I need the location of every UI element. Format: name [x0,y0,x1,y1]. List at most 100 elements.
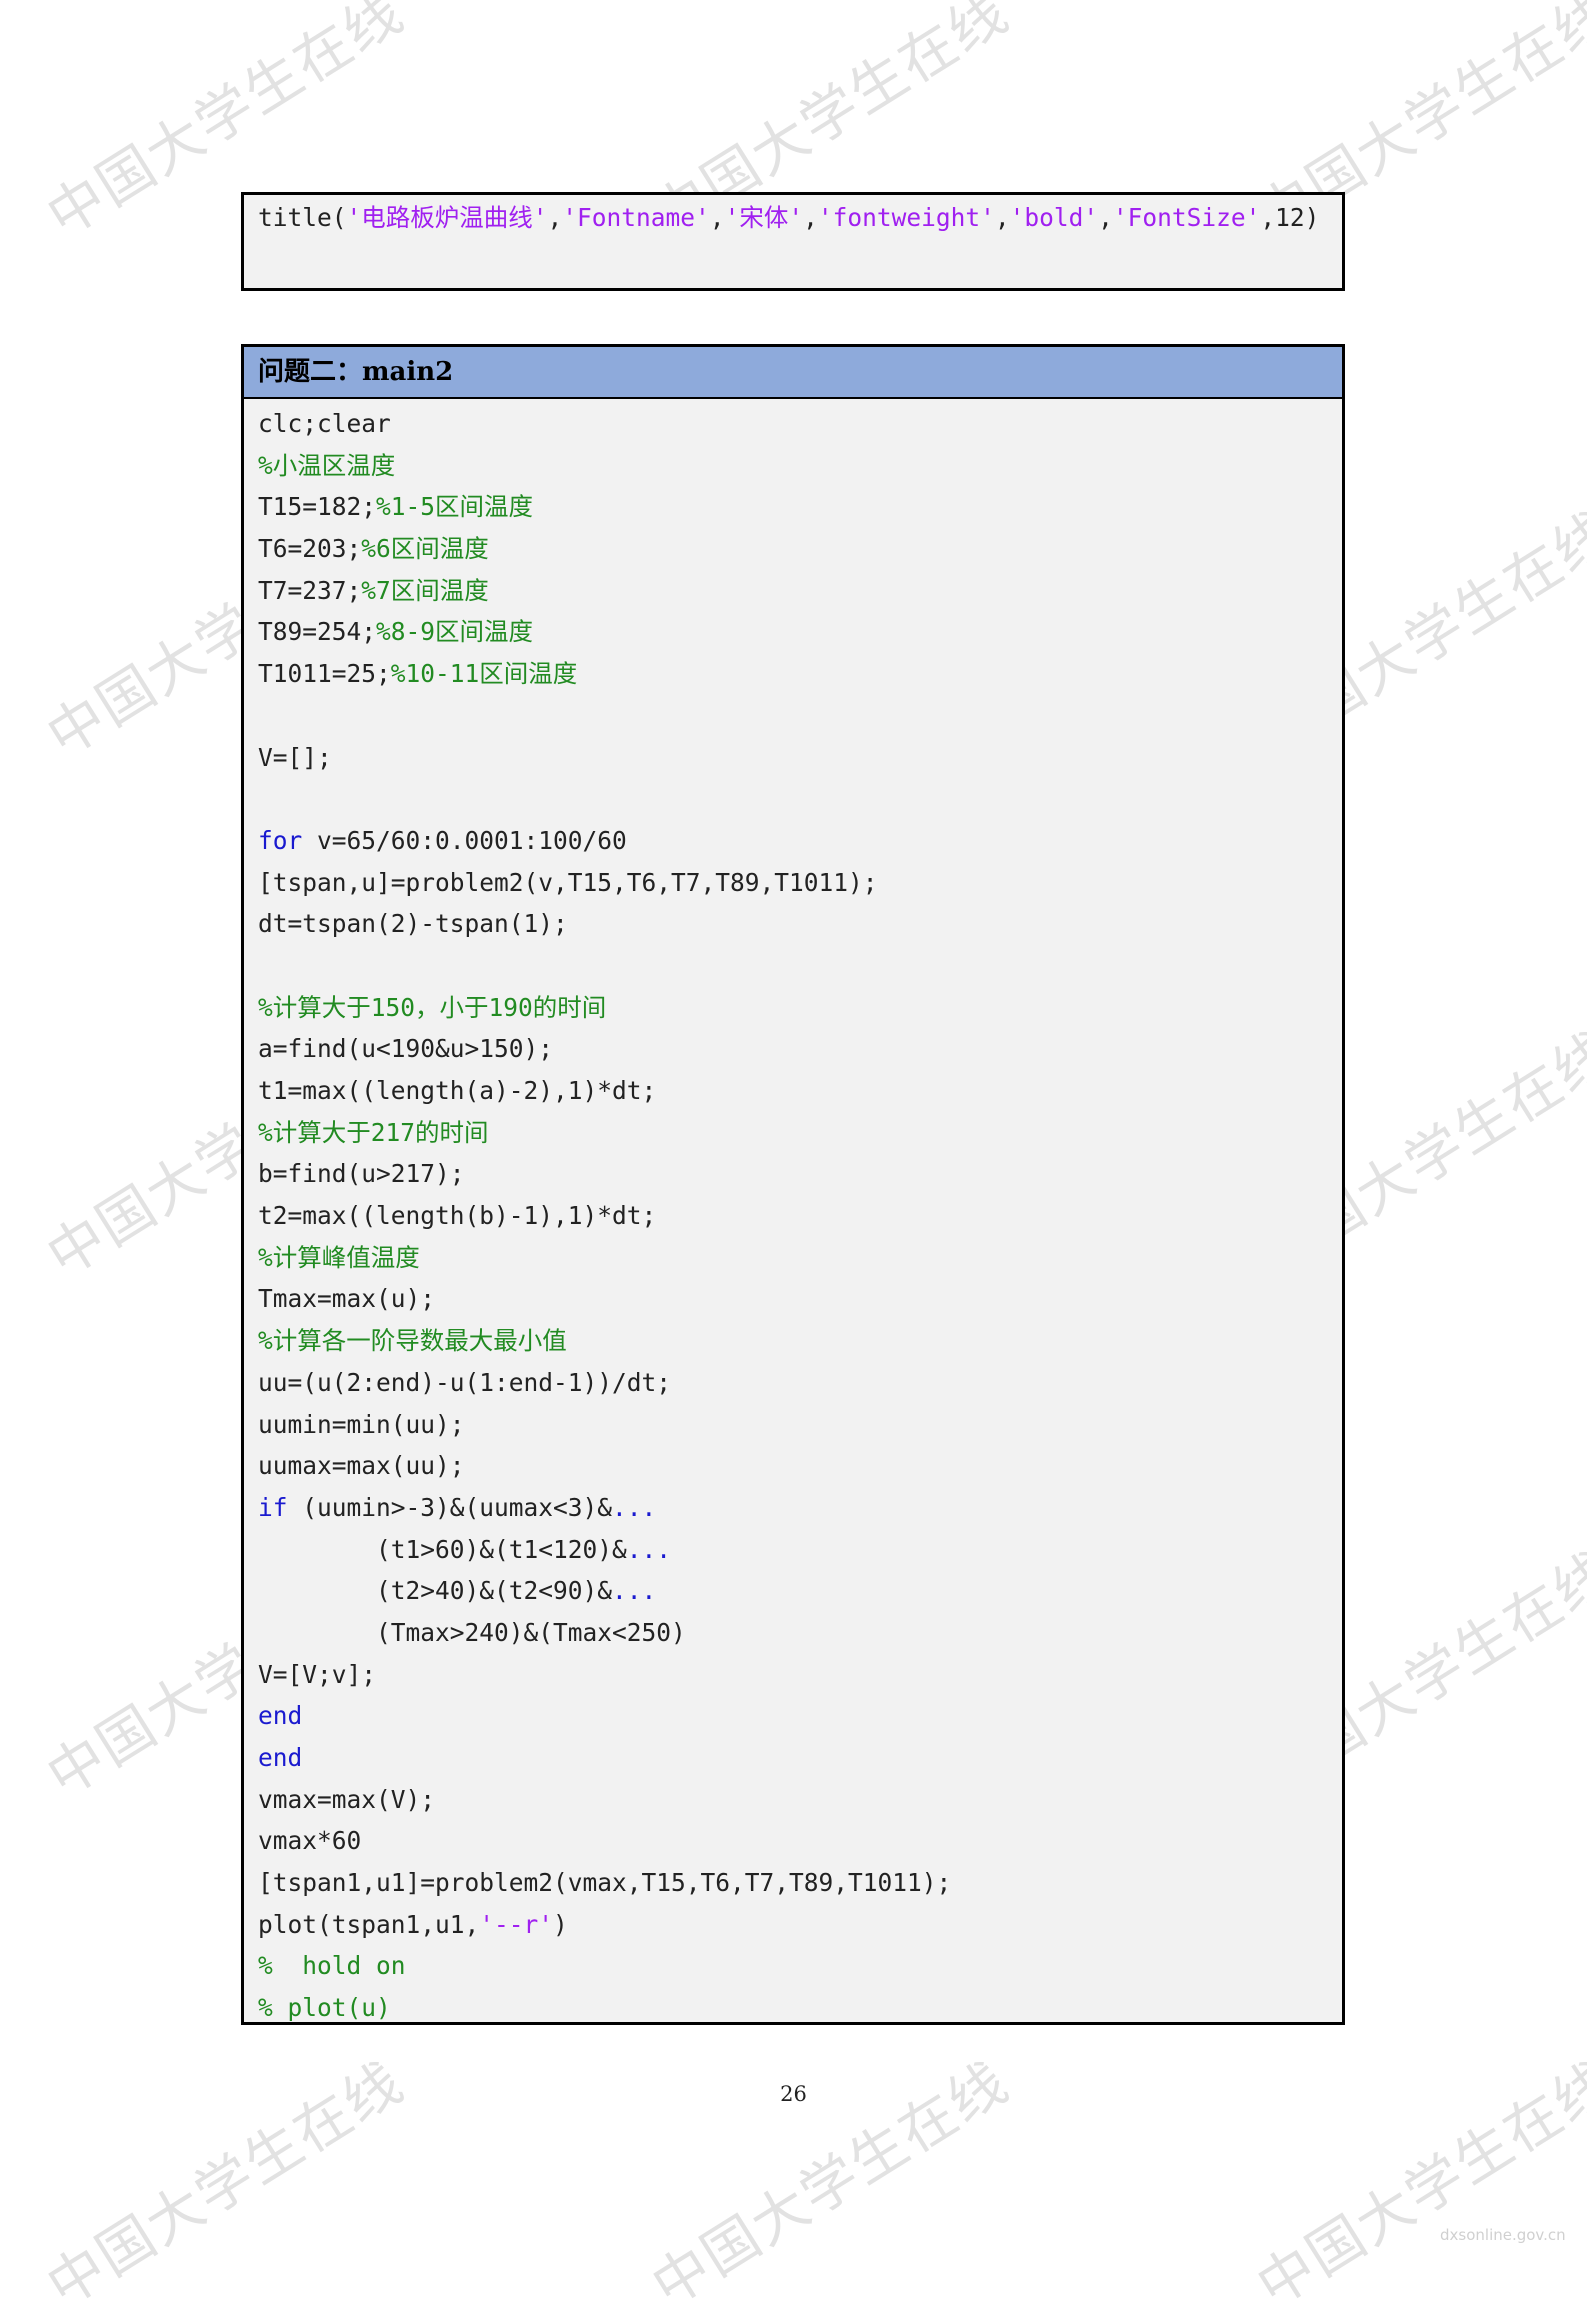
code-line: uumin=min(uu); [258,1404,1342,1446]
code-line: uumax=max(uu); [258,1445,1342,1487]
code-line: V=[V;v]; [258,1654,1342,1696]
code-token: t1=max((length(a)-2),1)*dt; [258,1076,657,1105]
code-token: Tmax=max(u); [258,1284,436,1314]
code-line: uu=(u(2:end)-u(1:end-1))/dt; [258,1362,1342,1404]
code-token: T15=182; [258,492,377,522]
code-header: 问题二：main2 [244,347,1342,399]
code-token: , [547,203,563,232]
code-token: clc;clear [258,409,391,438]
code-token: 'FontSize' [1112,203,1261,232]
code-line: %计算大于150，小于190的时间 [258,987,1342,1029]
code-token: for [258,825,303,855]
code-token: %计算峰值温度 [258,1242,420,1272]
code-line: T1011=25;%10-11区间温度 [258,653,1342,695]
code-line: T89=254;%8-9区间温度 [258,611,1342,653]
code-token: vmax=max(V); [258,1784,436,1814]
code-line: [tspan1,u1]=problem2(vmax,T15,T6,T7,T89,… [258,1862,1342,1904]
code-line: dt=tspan(2)-tspan(1); [258,903,1342,945]
code-token: uu=(u(2:end)-u(1:end-1))/dt; [258,1367,672,1397]
code-token: %6区间温度 [361,534,489,564]
code-token: T6=203; [258,534,362,564]
code-token: , [994,203,1010,232]
code-line: (t1>60)&(t1<120)&... [258,1529,1342,1571]
code-token: V=[V;v]; [258,1659,377,1689]
code-line: (Tmax>240)&(Tmax<250) [258,1612,1342,1654]
code-token: %8-9区间温度 [376,617,534,647]
code-token: % hold on [258,1951,406,1981]
code-line: clc;clear [258,403,1342,445]
code-token: vmax*60 [258,1826,362,1856]
code-token: %10-11区间温度 [390,659,578,689]
code-token: ... [626,1534,672,1564]
code-token: t2=max((length(b)-1),1)*dt; [258,1201,657,1231]
code-token: ) [553,1909,568,1939]
code-token: %计算各一阶导数最大最小值 [258,1326,567,1356]
code-line: end [258,1695,1342,1737]
code-line: V=[]; [258,737,1342,779]
code-token: ,12) [1260,203,1320,232]
code-token: plot(tspan1,u1, [258,1909,480,1939]
code-token: , [1098,203,1113,232]
corner-watermark-url: dxsonline.gov.cn [1440,2226,1566,2244]
code-token: (t2>40)&(t2<90)& [258,1576,613,1606]
code-token: a=find(u<190&u>150); [258,1034,554,1064]
code-line: %计算峰值温度 [258,1237,1342,1279]
code-line: T7=237;%7区间温度 [258,570,1342,612]
code-line: if (uumin>-3)&(uumax<3)&... [258,1487,1342,1529]
code-token: b=find(u>217); [258,1159,465,1189]
code-token: '--r' [479,1909,554,1939]
code-line: for v=65/60:0.0001:100/60 [258,820,1342,862]
code-token: , [803,203,818,232]
code-token: (Tmax>240)&(Tmax<250) [258,1617,686,1647]
code-token: ... [612,1576,657,1606]
code-token: [tspan1,u1]=problem2(vmax,T15,T6,T7,T89,… [258,1868,952,1898]
code-token: %小温区温度 [258,450,396,480]
code-line: vmax=max(V); [258,1779,1342,1821]
code-token: dt=tspan(2)-tspan(1); [258,909,568,939]
code-token: 'bold' [1009,203,1099,232]
code-token: if [258,1492,288,1522]
code-token: T7=237; [258,575,362,605]
code-line: [tspan,u]=problem2(v,T15,T6,T7,T89,T1011… [258,862,1342,904]
code-token: '宋体' [724,203,804,232]
code-token: '电路板炉温曲线' [346,203,548,232]
code-token: end [258,1701,303,1731]
code-line: (t2>40)&(t2<90)&... [258,1570,1342,1612]
code-token: , [709,203,725,232]
code-snippet-main2: 问题二：main2 clc;clear %小温区温度 T15=182;%1-5区间温… [241,344,1345,2025]
code-line: plot(tspan1,u1,'--r') [258,1904,1342,1946]
code-line: title('电路板炉温曲线','Fontname','宋体','fontwei… [258,195,1342,241]
code-line: T6=203;%6区间温度 [258,528,1342,570]
code-line: end [258,1737,1342,1779]
code-token: % plot(u) [258,1993,391,2023]
code-token: ... [612,1492,657,1522]
code-token: %计算大于150，小于190的时间 [258,992,607,1022]
code-token: (t1>60)&(t1<120)& [258,1534,627,1564]
code-line: % hold on [258,1945,1342,1987]
code-line: %计算大于217的时间 [258,1112,1342,1154]
code-token: %计算大于217的时间 [258,1117,489,1147]
code-line: b=find(u>217); [258,1153,1342,1195]
code-line: %小温区温度 [258,445,1342,487]
code-token: 'fontweight' [817,203,995,232]
code-token: v=65/60:0.0001:100/60 [302,825,627,855]
code-line: % plot(u) [258,1987,1342,2029]
code-line: a=find(u<190&u>150); [258,1028,1342,1070]
code-line: %计算各一阶导数最大最小值 [258,1320,1342,1362]
code-token: uumax=max(uu); [258,1451,465,1481]
code-token: [tspan,u]=problem2(v,T15,T6,T7,T89,T1011… [258,867,878,897]
code-line: t2=max((length(b)-1),1)*dt; [258,1195,1342,1237]
code-token: V=[]; [258,742,332,772]
code-token: uumin=min(uu); [258,1409,465,1439]
code-body: clc;clear %小温区温度 T15=182;%1-5区间温度 T6=203;%6… [244,399,1342,2029]
code-snippet-title: title('电路板炉温曲线','Fontname','宋体','fontwei… [241,192,1345,291]
code-token: T1011=25; [258,659,391,689]
code-line: Tmax=max(u); [258,1278,1342,1320]
code-line: T15=182;%1-5区间温度 [258,486,1342,528]
page-number: 26 [780,2082,807,2106]
code-token: title( [258,203,347,232]
code-token: end [258,1743,303,1772]
code-token: T89=254; [258,617,377,647]
